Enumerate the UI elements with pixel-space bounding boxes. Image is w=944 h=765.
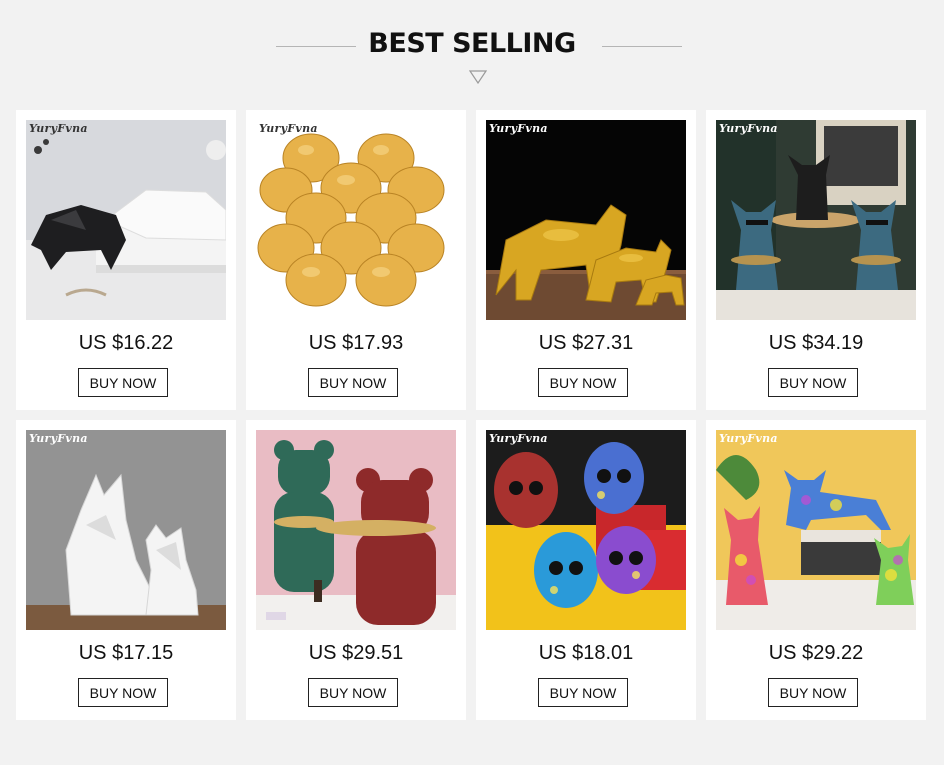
- product-image[interactable]: [256, 430, 456, 630]
- down-triangle-icon: [469, 70, 487, 84]
- product-image[interactable]: YuryFvna: [486, 120, 686, 320]
- brand-logo: YuryFvna: [259, 122, 318, 135]
- brand-logo: YuryFvna: [719, 122, 778, 135]
- product-card[interactable]: YuryFvna US $16.22 BUY NOW: [16, 110, 236, 410]
- buy-now-button[interactable]: BUY NOW: [308, 678, 398, 707]
- buy-now-button[interactable]: BUY NOW: [768, 678, 858, 707]
- graffiti-dog-image: [716, 430, 916, 630]
- product-card[interactable]: YuryFvna US $18.01 BUY NOW: [476, 420, 696, 720]
- product-image[interactable]: YuryFvna: [716, 430, 916, 630]
- product-price: US $29.51: [308, 642, 404, 664]
- fox-statue-image: [26, 430, 226, 630]
- product-price: US $29.22: [768, 642, 864, 664]
- candle-holder-image: [256, 120, 456, 320]
- product-card[interactable]: YuryFvna US $17.15 BUY NOW: [16, 420, 236, 720]
- brand-logo: YuryFvna: [29, 122, 88, 135]
- product-price: US $18.01: [538, 642, 634, 664]
- product-price: US $17.15: [78, 642, 174, 664]
- buy-now-button[interactable]: BUY NOW: [768, 368, 858, 397]
- buy-now-button[interactable]: BUY NOW: [78, 678, 168, 707]
- product-price: US $27.31: [538, 332, 634, 354]
- product-image[interactable]: YuryFvna: [26, 430, 226, 630]
- title-divider-right: [602, 46, 682, 47]
- product-card[interactable]: YuryFvna US $27.31 BUY NOW: [476, 110, 696, 410]
- brand-logo: YuryFvna: [489, 122, 548, 135]
- brand-logo: YuryFvna: [29, 432, 88, 445]
- buy-now-button[interactable]: BUY NOW: [78, 368, 168, 397]
- product-image[interactable]: YuryFvna: [26, 120, 226, 320]
- gold-bull-image: [486, 120, 686, 320]
- product-card[interactable]: YuryFvna US $29.22 BUY NOW: [706, 420, 926, 720]
- product-card[interactable]: YuryFvna US $34.19 BUY NOW: [706, 110, 926, 410]
- bear-statue-image: [256, 430, 456, 630]
- product-price: US $17.93: [308, 332, 404, 354]
- brand-logo: YuryFvna: [719, 432, 778, 445]
- product-image[interactable]: YuryFvna: [486, 430, 686, 630]
- buy-now-button[interactable]: BUY NOW: [308, 368, 398, 397]
- skull-statue-image: [486, 430, 686, 630]
- section-header: BEST SELLING: [0, 0, 944, 100]
- product-price: US $34.19: [768, 332, 864, 354]
- panther-statue-image: [26, 120, 226, 320]
- product-card[interactable]: YuryFvna US $17.93 BUY NOW: [246, 110, 466, 410]
- buy-now-button[interactable]: BUY NOW: [538, 678, 628, 707]
- product-image[interactable]: YuryFvna: [716, 120, 916, 320]
- product-price: US $16.22: [78, 332, 174, 354]
- product-card[interactable]: US $29.51 BUY NOW: [246, 420, 466, 720]
- brand-logo: YuryFvna: [489, 432, 548, 445]
- product-image[interactable]: YuryFvna: [256, 120, 456, 320]
- bulldog-statue-image: [716, 120, 916, 320]
- section-title: BEST SELLING: [368, 28, 576, 59]
- buy-now-button[interactable]: BUY NOW: [538, 368, 628, 397]
